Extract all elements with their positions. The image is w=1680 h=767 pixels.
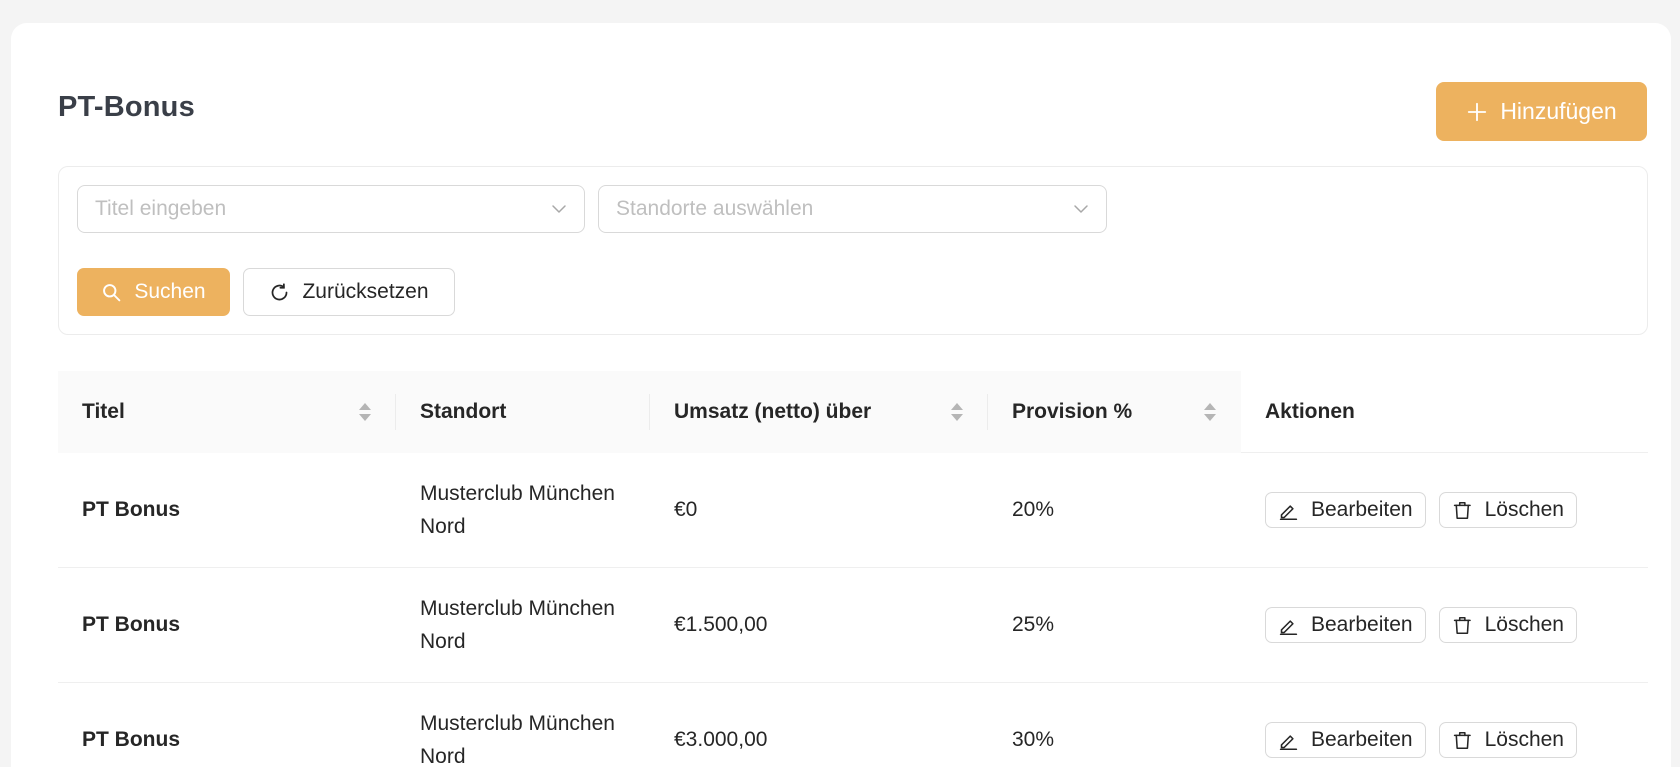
- table-header: Titel Standort Umsatz (netto) über Provi…: [58, 371, 1648, 453]
- trash-icon: [1453, 501, 1471, 519]
- edit-icon: [1279, 504, 1298, 520]
- column-header-title[interactable]: Titel: [58, 371, 396, 453]
- add-button[interactable]: Hinzufügen: [1436, 82, 1647, 141]
- trash-icon: [1453, 616, 1471, 634]
- table-row: PT Bonus Musterclub München Nord €0 20% …: [58, 453, 1648, 568]
- cell-actions: Bearbeiten Löschen: [1241, 568, 1648, 682]
- cell-title: PT Bonus: [82, 728, 180, 751]
- location-select-placeholder: Standorte auswählen: [616, 197, 814, 220]
- page-title: PT-Bonus: [58, 91, 195, 123]
- cell-location: Musterclub München Nord: [420, 597, 615, 653]
- reset-button-label: Zurücksetzen: [302, 280, 429, 303]
- column-header-label: Provision %: [1012, 400, 1133, 423]
- reload-icon: [272, 282, 288, 300]
- column-header-location: Standort: [396, 371, 650, 453]
- column-header-commission[interactable]: Provision %: [988, 371, 1241, 453]
- delete-button-label: Löschen: [1484, 728, 1564, 751]
- edit-button[interactable]: Bearbeiten: [1265, 722, 1426, 758]
- delete-button[interactable]: Löschen: [1439, 492, 1577, 528]
- search-icon: [103, 283, 121, 301]
- edit-button[interactable]: Bearbeiten: [1265, 492, 1426, 528]
- cell-location: Musterclub München Nord: [420, 712, 615, 767]
- sort-icon[interactable]: [358, 400, 372, 424]
- search-button[interactable]: Suchen: [77, 268, 230, 316]
- sort-icon[interactable]: [950, 400, 964, 424]
- cell-commission: 30%: [1012, 728, 1055, 751]
- edit-button[interactable]: Bearbeiten: [1265, 607, 1426, 643]
- cell-commission: 25%: [1012, 613, 1055, 636]
- chevron-down-icon: [1074, 205, 1088, 213]
- table-row: PT Bonus Musterclub München Nord €3.000,…: [58, 683, 1648, 767]
- cell-location: Musterclub München Nord: [420, 482, 615, 538]
- edit-button-label: Bearbeiten: [1311, 728, 1413, 751]
- add-button-label: Hinzufügen: [1500, 98, 1617, 124]
- column-header-actions: Aktionen: [1241, 371, 1648, 453]
- search-button-label: Suchen: [134, 280, 206, 303]
- title-select-placeholder: Titel eingeben: [95, 197, 227, 220]
- location-select[interactable]: Standorte auswählen: [598, 185, 1107, 233]
- cell-title: PT Bonus: [82, 613, 180, 636]
- cell-revenue: €0: [674, 498, 698, 521]
- cell-actions: Bearbeiten Löschen: [1241, 683, 1648, 767]
- cell-title: PT Bonus: [82, 498, 180, 521]
- trash-icon: [1453, 731, 1471, 749]
- sort-icon[interactable]: [1203, 400, 1217, 424]
- edit-icon: [1279, 619, 1298, 635]
- title-select[interactable]: Titel eingeben: [77, 185, 585, 233]
- bonus-table: Titel Standort Umsatz (netto) über Provi…: [58, 371, 1648, 767]
- delete-button-label: Löschen: [1484, 498, 1564, 521]
- edit-icon: [1279, 734, 1298, 750]
- content-card: PT-Bonus Hinzufügen Titel eingeben Stand…: [11, 23, 1671, 767]
- chevron-down-icon: [552, 205, 566, 213]
- delete-button[interactable]: Löschen: [1439, 722, 1577, 758]
- delete-button-label: Löschen: [1484, 613, 1564, 636]
- edit-button-label: Bearbeiten: [1311, 613, 1413, 636]
- reset-button[interactable]: Zurücksetzen: [243, 268, 455, 316]
- cell-revenue: €1.500,00: [674, 613, 768, 636]
- edit-button-label: Bearbeiten: [1311, 498, 1413, 521]
- cell-actions: Bearbeiten Löschen: [1241, 453, 1648, 567]
- table-row: PT Bonus Musterclub München Nord €1.500,…: [58, 568, 1648, 683]
- plus-icon: [1468, 102, 1487, 121]
- filter-panel: Titel eingeben Standorte auswählen Suche…: [58, 166, 1648, 335]
- column-header-label: Standort: [420, 400, 507, 423]
- column-header-label: Titel: [82, 400, 125, 423]
- delete-button[interactable]: Löschen: [1439, 607, 1577, 643]
- column-header-label: Umsatz (netto) über: [674, 400, 872, 423]
- cell-commission: 20%: [1012, 498, 1055, 521]
- cell-revenue: €3.000,00: [674, 728, 768, 751]
- column-header-label: Aktionen: [1265, 400, 1355, 423]
- column-header-revenue[interactable]: Umsatz (netto) über: [650, 371, 988, 453]
